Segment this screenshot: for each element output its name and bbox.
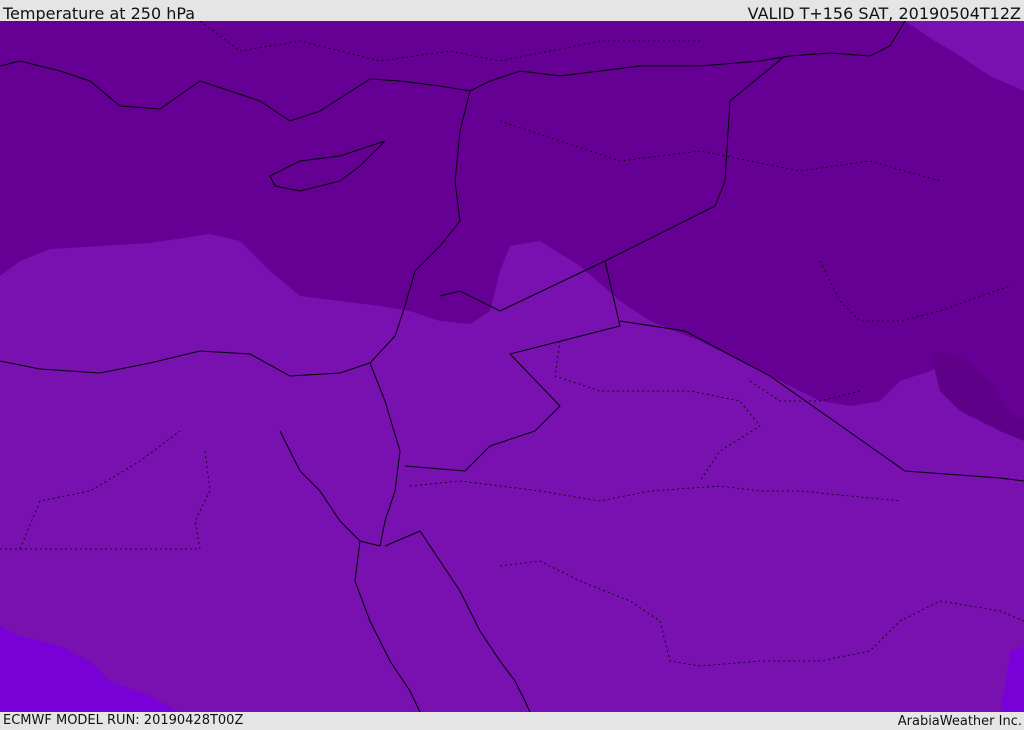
header-bar: Temperature at 250 hPa VALID T+156 SAT, …: [0, 0, 1024, 23]
footer-bar: ECMWF MODEL RUN: 20190428T00Z ArabiaWeat…: [0, 712, 1024, 729]
temperature-map[interactable]: [0, 21, 1024, 712]
model-run: ECMWF MODEL RUN: 20190428T00Z: [3, 713, 244, 728]
brand-credit: ArabiaWeather Inc.: [897, 714, 1022, 729]
